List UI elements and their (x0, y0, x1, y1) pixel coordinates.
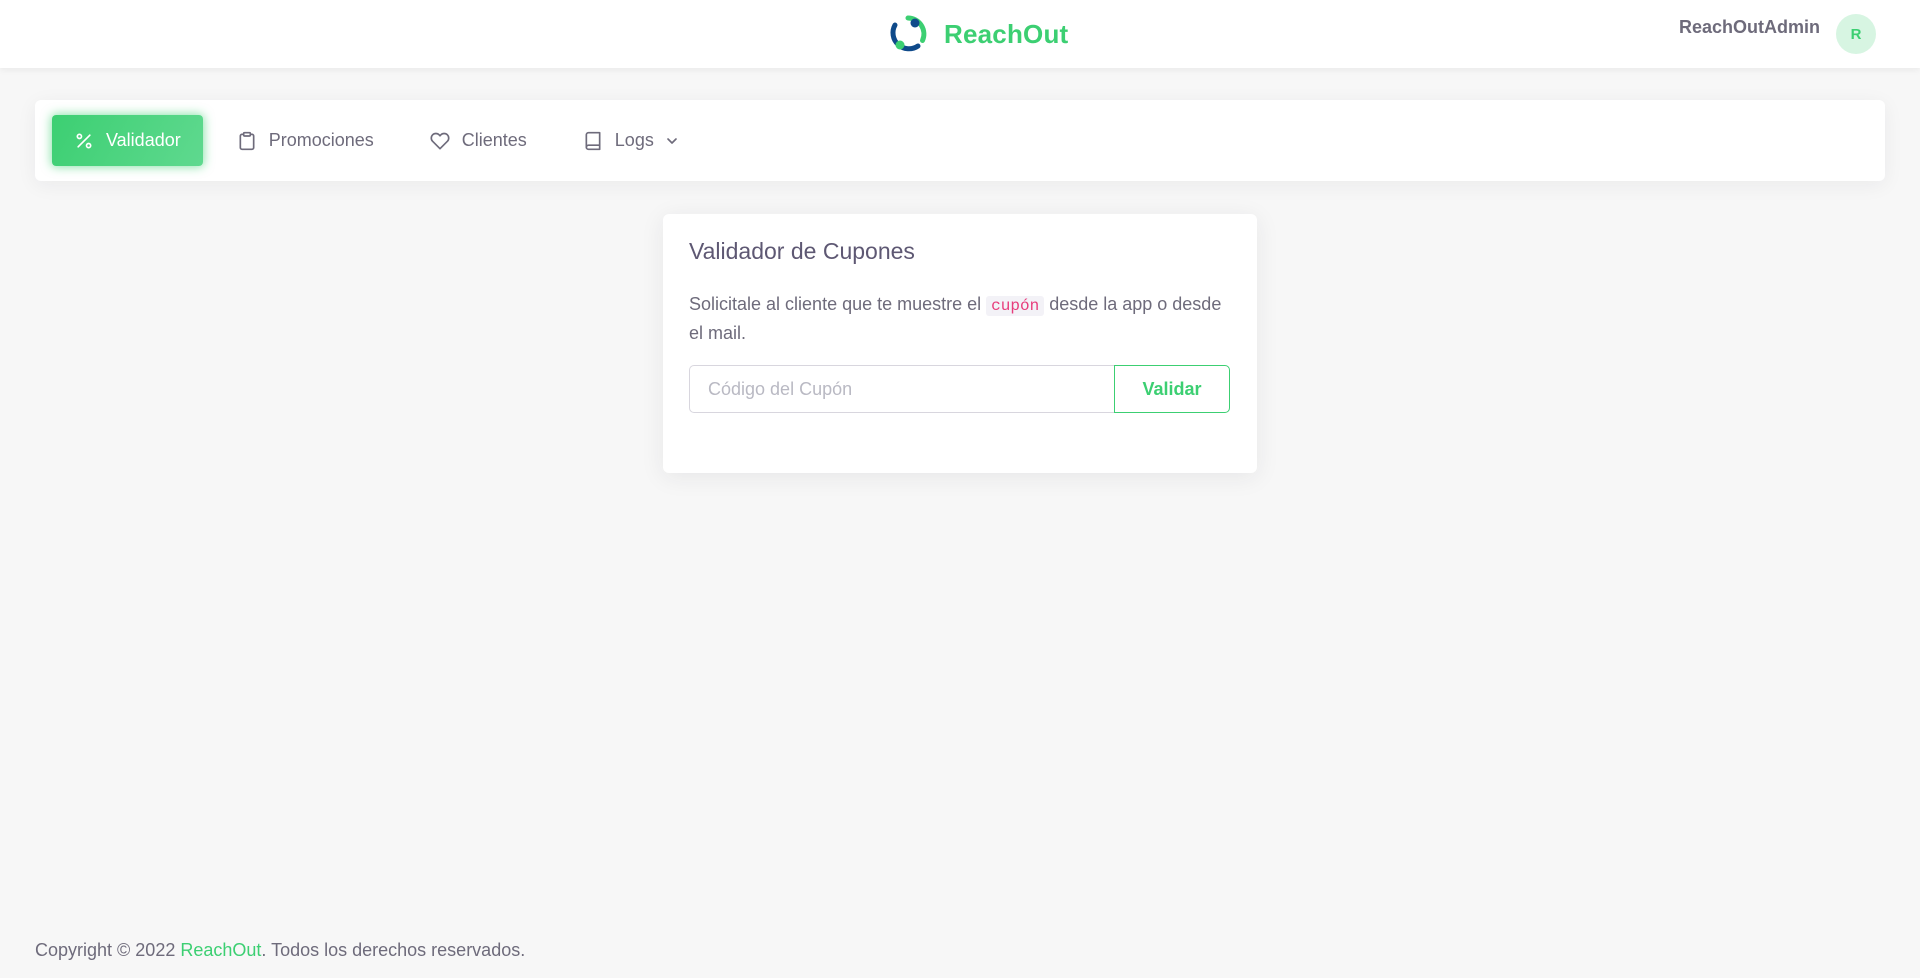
top-navbar: ReachOut ReachOutAdmin R (0, 0, 1920, 68)
code-word: cupón (986, 296, 1045, 316)
nav-item-promociones[interactable]: Promociones (215, 115, 396, 166)
nav-item-label: Promociones (268, 130, 374, 150)
brand-name: ReachOut (944, 18, 1069, 49)
user-menu[interactable]: ReachOutAdmin R (1679, 14, 1876, 54)
avatar[interactable]: R (1836, 14, 1876, 54)
percent-icon (76, 133, 92, 148)
footer: Copyright © 2022 ReachOut. Todos los der… (35, 940, 525, 961)
card-title: Validador de Cupones (689, 238, 915, 264)
heart-icon (430, 132, 450, 150)
brand[interactable]: ReachOut (888, 12, 1068, 56)
nav-item-label: Clientes (461, 130, 527, 150)
coupon-input-group: Validar (689, 365, 1230, 413)
nav-item-clientes[interactable]: Clientes (408, 115, 549, 166)
clipboard-icon (239, 131, 255, 150)
footer-brand-link[interactable]: ReachOut (180, 940, 261, 960)
horizontal-menu: Validador Promociones Clientes Logs (35, 100, 1885, 181)
nav-item-validador[interactable]: Validador (52, 115, 203, 166)
coupon-validator-card: Validador de Cupones Solicitale al clien… (663, 214, 1257, 473)
nav-item-label: Logs (614, 130, 654, 150)
nav-item-label: Validador (106, 130, 181, 150)
user-name: ReachOutAdmin (1678, 16, 1820, 37)
rights-text: . Todos los derechos reservados. (261, 940, 526, 960)
copyright-text: Copyright © 2022 (35, 940, 181, 960)
validate-button[interactable]: Validar (1114, 365, 1230, 413)
card-instructions: Solicitale al cliente que te muestre el … (689, 291, 1231, 347)
instructions-text-before: Solicitale al cliente que te muestre el (689, 294, 987, 314)
chevron-down-icon (667, 137, 677, 144)
coupon-code-input[interactable] (689, 365, 1114, 413)
nav-item-logs[interactable]: Logs (561, 115, 702, 166)
reachout-logo-icon (890, 15, 927, 52)
book-icon (585, 131, 601, 150)
